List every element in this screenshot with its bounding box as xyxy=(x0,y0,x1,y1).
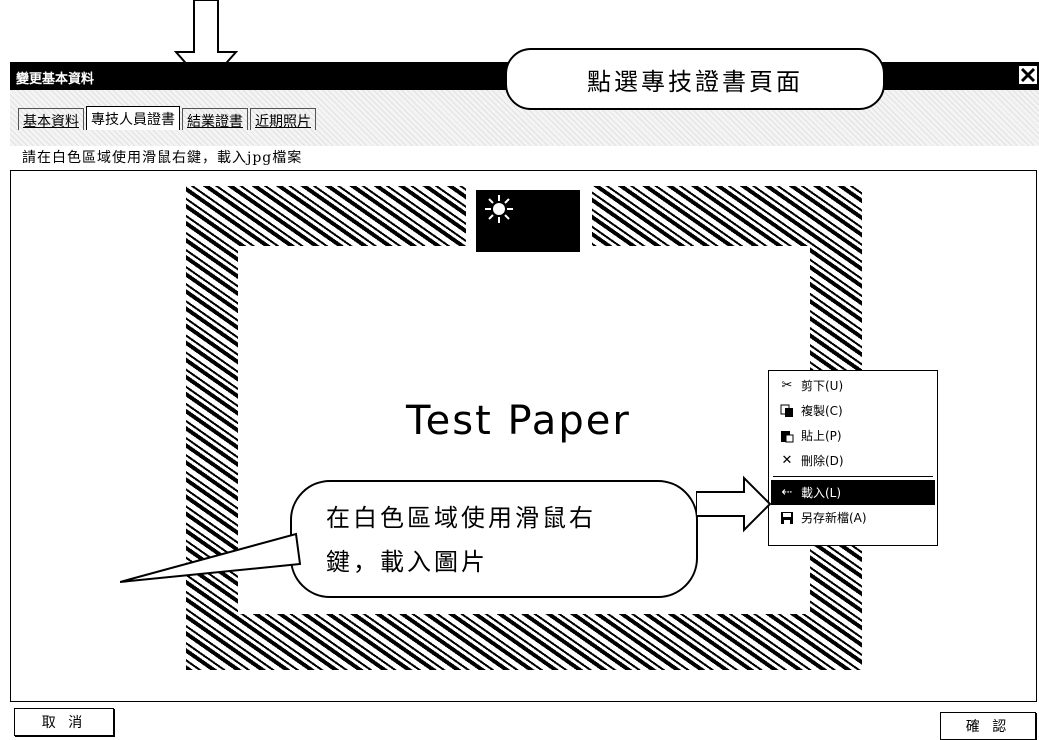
load-icon: ⇠ xyxy=(781,485,793,500)
delete-icon: ✕ xyxy=(781,453,793,468)
callout-line-1: 在白色區域使用滑鼠右 xyxy=(326,504,596,532)
confirm-button[interactable]: 確 認 xyxy=(940,712,1036,740)
close-button[interactable] xyxy=(1017,64,1039,86)
tab-recent-photo[interactable]: 近期照片 xyxy=(250,108,316,130)
menu-item-label: 剪下(U) xyxy=(801,379,844,393)
paste-icon xyxy=(779,428,795,444)
menu-item-delete[interactable]: ✕ 刪除(D) xyxy=(771,448,935,473)
menu-item-label: 貼上(P) xyxy=(801,429,842,443)
menu-separator xyxy=(773,476,933,477)
cancel-button[interactable]: 取 消 xyxy=(14,708,114,736)
menu-item-cut[interactable]: ✂ 剪下(U) xyxy=(771,373,935,398)
save-icon xyxy=(779,510,795,526)
tab-professional-certificate[interactable]: 專技人員證書 xyxy=(86,106,180,130)
tabs: 基本資料 專技人員證書 結業證書 近期照片 xyxy=(18,106,318,130)
right-arrow-annotation xyxy=(696,475,772,533)
menu-item-label: 複製(C) xyxy=(801,404,843,418)
window-title: 變更基本資料 xyxy=(16,72,95,87)
callout-select-tab: 點選專技證書頁面 xyxy=(505,48,885,110)
callout-right-click-load: 在白色區域使用滑鼠右 鍵，載入圖片 xyxy=(290,480,698,598)
sun-icon xyxy=(485,195,513,223)
tab-basic-info[interactable]: 基本資料 xyxy=(18,108,84,130)
scissors-icon: ✂ xyxy=(781,378,793,393)
menu-item-paste[interactable]: 貼上(P) xyxy=(771,423,935,448)
menu-item-label: 刪除(D) xyxy=(801,454,844,468)
menu-item-label: 另存新檔(A) xyxy=(801,511,867,525)
menu-item-save-as[interactable]: 另存新檔(A) xyxy=(771,505,935,530)
callout-line-2: 鍵，載入圖片 xyxy=(326,548,488,576)
context-menu: ✂ 剪下(U) 複製(C) 貼上(P) ✕ 刪除(D) ⇠ 載入(L) 另存新檔… xyxy=(768,370,938,546)
tab-completion-certificate[interactable]: 結業證書 xyxy=(182,108,248,130)
close-icon xyxy=(1020,67,1036,83)
certificate-text: Test Paper xyxy=(406,398,631,444)
callout-tail xyxy=(120,532,302,583)
menu-item-label: 載入(L) xyxy=(801,486,842,500)
menu-item-load[interactable]: ⇠ 載入(L) xyxy=(771,480,935,505)
menu-item-copy[interactable]: 複製(C) xyxy=(771,398,935,423)
flag-icon xyxy=(476,190,580,252)
instruction-text: 請在白色區域使用滑鼠右鍵，載入jpg檔案 xyxy=(22,150,303,166)
copy-icon xyxy=(779,403,795,419)
